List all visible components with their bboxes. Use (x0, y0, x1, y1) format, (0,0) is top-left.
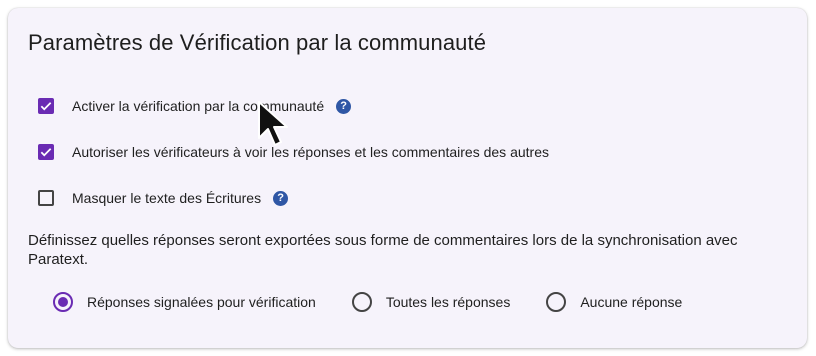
hide-scripture-text-checkbox[interactable] (38, 190, 54, 206)
option-enable-community-checking[interactable]: Activer la vérification par la communaut… (38, 98, 352, 114)
radio-button[interactable] (546, 292, 567, 312)
help-icon[interactable]: ? (336, 98, 352, 114)
radio-flagged-answers[interactable]: Réponses signalées pour vérification (53, 292, 316, 312)
radio-all-answers[interactable]: Toutes les réponses (351, 292, 511, 312)
export-description: Définissez quelles réponses seront expor… (28, 232, 738, 268)
enable-community-checking-checkbox[interactable] (38, 98, 54, 114)
checkmark-icon (40, 102, 52, 111)
radio-no-answers[interactable]: Aucune réponse (546, 292, 682, 312)
radio-label[interactable]: Réponses signalées pour vérification (87, 294, 316, 310)
radio-dot (58, 297, 68, 307)
help-icon[interactable]: ? (273, 190, 289, 206)
community-checking-settings-card: Paramètres de Vérification par la commun… (8, 8, 807, 348)
export-answers-radio-group: Réponses signalées pour vérification Tou… (53, 292, 718, 312)
checkmark-icon (40, 148, 52, 157)
option-label[interactable]: Autoriser les vérificateurs à voir les r… (72, 144, 549, 160)
radio-label[interactable]: Toutes les réponses (386, 294, 511, 310)
option-label[interactable]: Masquer le texte des Écritures (72, 190, 261, 206)
section-title: Paramètres de Vérification par la commun… (28, 30, 487, 55)
radio-button-selected[interactable] (53, 292, 73, 312)
option-hide-scripture-text[interactable]: Masquer le texte des Écritures ? (38, 190, 289, 206)
radio-label[interactable]: Aucune réponse (580, 294, 682, 310)
allow-see-answers-checkbox[interactable] (38, 144, 54, 160)
mouse-pointer-icon (258, 101, 288, 146)
radio-button[interactable] (351, 292, 372, 312)
